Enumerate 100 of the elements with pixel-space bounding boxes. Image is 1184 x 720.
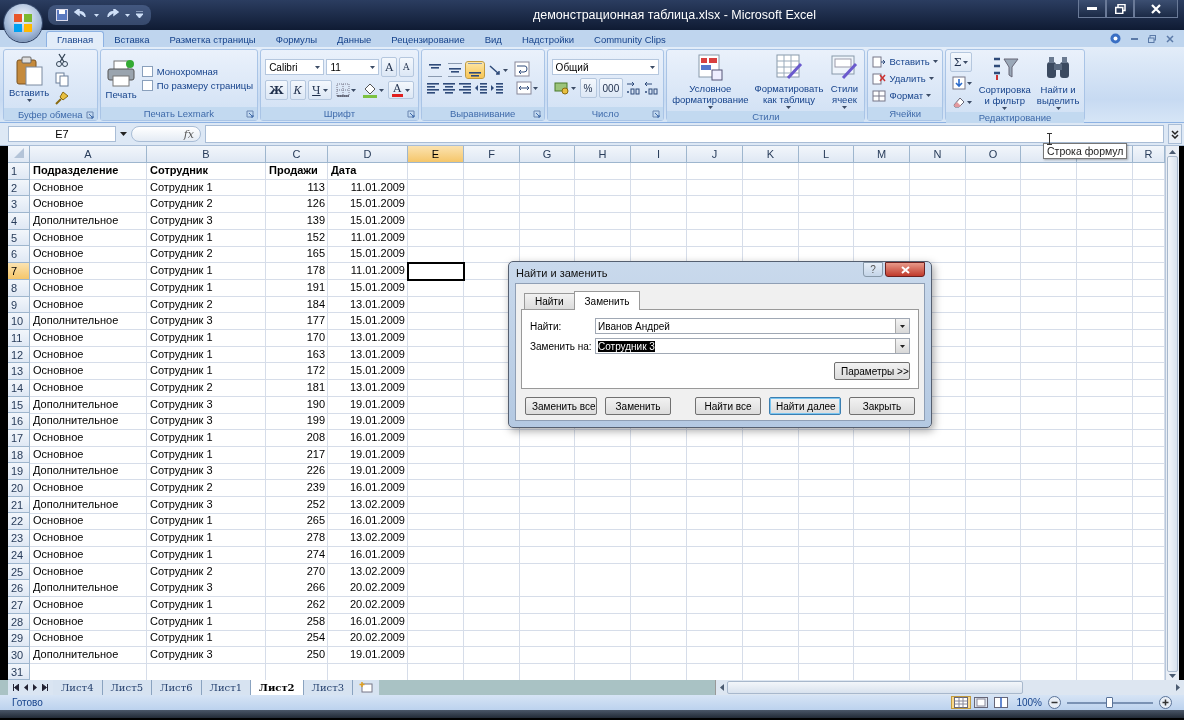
combo-field[interactable]: Сотрудник 3 (595, 338, 910, 354)
brush-icon[interactable] (54, 90, 71, 106)
selected-cell[interactable] (408, 263, 464, 280)
row-header[interactable]: 1 (8, 163, 30, 180)
align-top-button[interactable] (425, 62, 444, 78)
dialog-button[interactable]: Найти далее (769, 397, 841, 415)
column-header[interactable]: F (464, 146, 520, 163)
caret-icon[interactable] (120, 132, 127, 136)
sheet-tab[interactable]: Лист2 (251, 680, 304, 696)
restore-icon[interactable] (1148, 34, 1156, 43)
close-button[interactable] (885, 262, 925, 277)
view-button[interactable] (992, 697, 1011, 709)
first-sheet-icon[interactable] (13, 684, 19, 692)
ribbon-tab[interactable]: Главная (46, 31, 105, 47)
close-button[interactable] (1134, 0, 1178, 18)
view-button[interactable] (952, 697, 971, 709)
sheet-tab[interactable]: Лист5 (102, 680, 153, 696)
help-icon[interactable] (1110, 33, 1121, 44)
formula-field[interactable] (205, 125, 1164, 143)
align-left-icon[interactable] (425, 81, 440, 95)
checkbox-option[interactable]: Монохромная (141, 66, 218, 77)
find-select-button[interactable]: Найти и выделить (1035, 52, 1081, 110)
column-header[interactable]: H (575, 146, 631, 163)
horizontal-scrollbar[interactable] (715, 680, 1184, 696)
dialog-button[interactable]: Заменить все (525, 397, 597, 415)
slider-thumb[interactable] (1106, 696, 1113, 708)
help-button[interactable]: ? (863, 262, 883, 277)
row-header[interactable]: 26 (8, 580, 30, 597)
minimize-button[interactable] (1078, 0, 1106, 18)
ribbon-tab[interactable]: Вид (474, 32, 512, 47)
conditional-formatting-button[interactable]: Условное форматирование (671, 52, 750, 109)
row-header[interactable]: 29 (8, 630, 30, 647)
previous-sheet-icon[interactable] (24, 684, 28, 692)
dialog-launcher-icon[interactable] (246, 110, 255, 118)
ribbon-tab[interactable]: Данные (327, 32, 382, 47)
cell-styles-button[interactable]: Стили ячеек (828, 52, 861, 109)
dialog-button[interactable]: Заменить (605, 397, 671, 415)
last-sheet-icon[interactable] (42, 684, 48, 692)
close-icon[interactable] (1166, 34, 1174, 43)
column-header[interactable]: B (147, 146, 266, 163)
column-header[interactable]: O (966, 146, 1021, 163)
column-header[interactable]: C (266, 146, 328, 163)
delete-button[interactable]: Удалить (872, 71, 934, 86)
ribbon-tab[interactable]: Надстройки (511, 32, 584, 47)
font-color-button[interactable]: A (387, 81, 414, 99)
zoom-out-icon[interactable] (1048, 696, 1061, 710)
scissors-icon[interactable] (54, 52, 71, 68)
column-header[interactable]: G (520, 146, 575, 163)
column-header[interactable]: D (328, 146, 408, 163)
percent-button[interactable]: % (579, 78, 597, 98)
dialog-button[interactable]: Найти все (695, 397, 761, 415)
sheet-tab[interactable]: Лист6 (152, 680, 202, 696)
column-header[interactable]: M (854, 146, 910, 163)
grow-font-button[interactable]: A (381, 57, 398, 77)
row-header[interactable]: 4 (8, 213, 30, 230)
row-header[interactable]: 3 (8, 196, 30, 214)
row-header[interactable]: 10 (8, 313, 30, 330)
vertical-scrollbar[interactable] (1165, 146, 1179, 681)
decrease-indent-icon[interactable] (473, 81, 488, 95)
print-button[interactable]: Печать (104, 57, 138, 100)
sort-filter-button[interactable]: Сортировка и фильтр (977, 52, 1032, 110)
format-as-table-button[interactable]: Форматировать как таблицу (753, 52, 825, 109)
dropdown-field[interactable]: Calibri (265, 59, 325, 75)
combo-field[interactable]: Иванов Андрей (595, 318, 910, 334)
paste-button[interactable]: Вставить (8, 56, 51, 102)
column-header[interactable]: N (910, 146, 966, 163)
row-header[interactable]: 16 (8, 413, 30, 430)
name-box[interactable]: E7 (8, 126, 116, 142)
ribbon-tab[interactable]: Вставка (104, 32, 160, 47)
borders-button[interactable] (333, 82, 358, 98)
minimize-icon[interactable] (1131, 37, 1138, 40)
shrink-font-button[interactable]: A (399, 57, 414, 77)
bold-button[interactable]: Ж (265, 80, 288, 100)
row-header[interactable]: 19 (8, 463, 30, 481)
dialog-tab[interactable]: Найти (524, 293, 575, 309)
column-header[interactable]: L (799, 146, 854, 163)
align-center-icon[interactable] (441, 81, 456, 95)
checkbox[interactable] (141, 80, 153, 91)
insert-function-button[interactable]: fx (131, 126, 201, 142)
column-header[interactable]: J (687, 146, 743, 163)
align-middle-button[interactable] (445, 62, 464, 78)
checkbox[interactable] (141, 66, 153, 77)
format-button[interactable]: Формат (872, 88, 932, 103)
row-header[interactable]: 20 (8, 480, 30, 497)
row-header[interactable]: 6 (8, 246, 30, 264)
column-header[interactable]: A (30, 146, 147, 163)
money-button[interactable] (551, 80, 578, 96)
increase-indent-icon[interactable] (489, 81, 504, 95)
align-right-icon[interactable] (457, 81, 472, 95)
ribbon-tab[interactable]: Разметка страницы (159, 32, 266, 47)
insert-button[interactable]: Вставить (872, 54, 938, 69)
column-header[interactable]: K (743, 146, 799, 163)
dialog-button[interactable]: Закрыть (849, 397, 915, 415)
zoom-in-icon[interactable] (1159, 696, 1172, 710)
view-button[interactable] (972, 697, 991, 709)
sheet-tab[interactable]: Лист4 (53, 680, 103, 696)
fill-down-button[interactable] (949, 75, 974, 91)
ribbon-tab[interactable]: Рецензирование (381, 32, 475, 47)
row-header[interactable]: 7 (8, 263, 30, 280)
dialog-launcher-icon[interactable] (652, 110, 661, 118)
